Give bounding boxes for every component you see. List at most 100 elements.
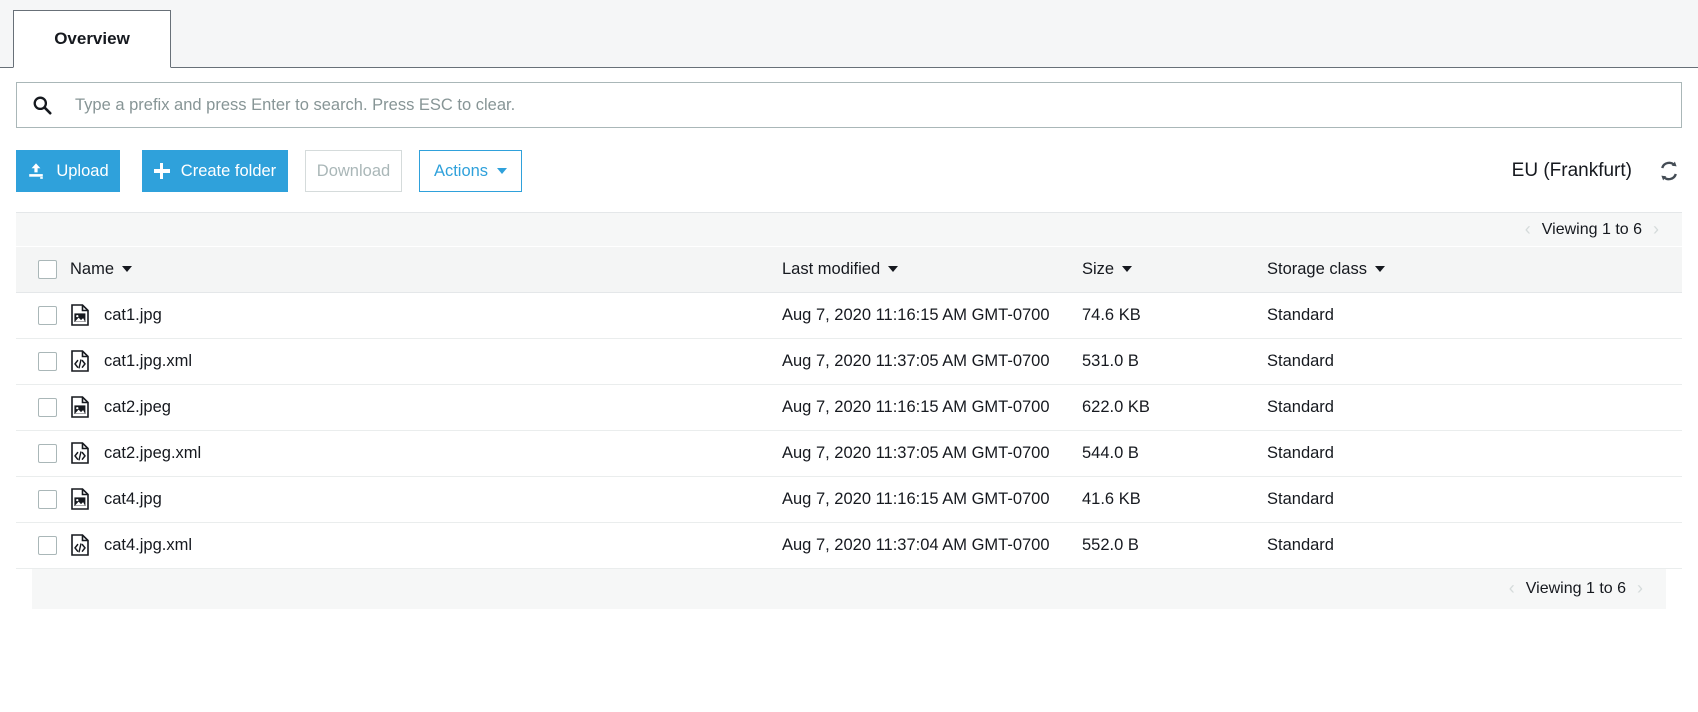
header-last-modified-label: Last modified [782,259,881,278]
row-select-cell [16,292,70,339]
region-label: EU (Frankfurt) [1511,160,1632,181]
file-name-link[interactable]: cat4.jpg [104,490,162,509]
header-last-modified: Last modified [782,247,1082,293]
row-size-cell: 41.6 KB [1082,476,1267,523]
row-size-cell: 544.0 B [1082,430,1267,477]
header-row: Name Last modified Size Storage class [16,247,1682,293]
row-select-cell [16,338,70,385]
next-page-button-bottom[interactable]: › [1626,578,1654,599]
row-name-cell: cat1.jpg.xml [70,338,782,385]
sort-by-name-button[interactable]: Name [70,260,133,279]
download-button[interactable]: Download [305,150,402,192]
upload-button[interactable]: Upload [16,150,120,192]
search-box[interactable] [16,82,1682,128]
row-select-cell [16,476,70,523]
table-row[interactable]: cat1.jpg.xml Aug 7, 2020 11:37:05 AM GMT-… [16,338,1682,385]
table-row[interactable]: cat2.jpeg.xml Aug 7, 2020 11:37:05 AM GMT… [16,430,1682,477]
tab-overview[interactable]: Overview [13,10,171,68]
row-checkbox[interactable] [38,443,57,463]
row-select-cell [16,430,70,477]
create-folder-button-label: Create folder [180,161,277,180]
row-last-modified-cell: Aug 7, 2020 11:16:15 AM GMT-0700 [782,476,1082,523]
row-checkbox[interactable] [38,397,57,417]
caret-down-icon [888,266,899,273]
file-name-link[interactable]: cat1.jpg [104,306,162,325]
prev-page-button-bottom[interactable]: ‹ [1498,578,1526,599]
chevron-down-icon [497,168,508,174]
sort-by-last-modified-button[interactable]: Last modified [782,259,899,279]
sort-by-size-button[interactable]: Size [1082,259,1133,279]
toolbar-right: EU (Frankfurt) [1512,158,1682,184]
image-file-icon [70,488,90,510]
pagination-text-bottom: Viewing 1 to 6 [1525,579,1626,597]
next-page-button-top[interactable]: › [1642,219,1670,240]
file-grid-body: cat1.jpg Aug 7, 2020 11:16:15 AM GMT-0700… [16,292,1682,569]
file-name-link[interactable]: cat4.jpg.xml [104,536,192,555]
table-row[interactable]: cat1.jpg Aug 7, 2020 11:16:15 AM GMT-0700… [16,292,1682,339]
refresh-icon[interactable] [1656,158,1682,184]
file-grid: Name Last modified Size Storage class ca… [16,247,1682,569]
caret-down-icon [1122,266,1133,273]
row-last-modified-cell: Aug 7, 2020 11:37:05 AM GMT-0700 [782,430,1082,477]
row-storage-class-cell: Standard [1267,522,1682,569]
pagination-controls-top: ‹ Viewing 1 to 6 › [1514,219,1670,240]
row-name-cell: cat2.jpeg [70,384,782,431]
caret-down-icon [1374,266,1385,273]
row-checkbox[interactable] [38,305,57,325]
prev-page-button-top[interactable]: ‹ [1514,219,1542,240]
row-name-cell: cat4.jpg [70,476,782,523]
table-row[interactable]: cat4.jpg.xml Aug 7, 2020 11:37:04 AM GMT-… [16,522,1682,569]
pagination-controls-bottom: ‹ Viewing 1 to 6 › [1498,578,1654,599]
image-file-icon [70,396,90,418]
row-checkbox[interactable] [38,489,57,509]
row-size-cell: 622.0 KB [1082,384,1267,431]
create-folder-button[interactable]: Create folder [142,150,288,192]
s3-bucket-browser: Overview Upload [0,0,1698,712]
code-file-icon [70,534,90,556]
tab-strip: Overview [0,0,1698,68]
actions-button-label: Actions [433,161,489,180]
pagination-text-top: Viewing 1 to 6 [1541,220,1642,238]
row-name-cell: cat2.jpeg.xml [70,430,782,477]
code-file-icon [70,350,90,372]
row-checkbox[interactable] [38,535,57,555]
download-button-label: Download [316,161,391,180]
row-last-modified-cell: Aug 7, 2020 11:37:04 AM GMT-0700 [782,522,1082,569]
code-file-icon [70,442,90,464]
select-all-checkbox[interactable] [38,259,57,279]
table-row[interactable]: cat4.jpg Aug 7, 2020 11:16:15 AM GMT-0700… [16,476,1682,523]
header-storage-class-label: Storage class [1267,259,1367,278]
row-storage-class-cell: Standard [1267,430,1682,477]
plus-icon [153,163,170,179]
row-size-cell: 552.0 B [1082,522,1267,569]
image-file-icon [70,304,90,326]
file-name-link[interactable]: cat1.jpg.xml [104,352,192,371]
row-name-cell: cat1.jpg [70,292,782,339]
toolbar: Upload Create folder Download Actions EU… [16,150,1682,192]
row-size-cell: 74.6 KB [1082,292,1267,339]
header-storage-class: Storage class [1267,247,1682,293]
sort-by-storage-class-button[interactable]: Storage class [1267,260,1385,279]
row-checkbox[interactable] [38,351,57,371]
row-storage-class-cell: Standard [1267,292,1682,339]
row-size-cell: 531.0 B [1082,338,1267,385]
header-size-label: Size [1082,259,1115,278]
search-icon [31,94,53,116]
object-table: ‹ Viewing 1 to 6 › Name Last modified Si… [16,212,1682,609]
table-row[interactable]: cat2.jpeg Aug 7, 2020 11:16:15 AM GMT-070… [16,384,1682,431]
header-size: Size [1082,247,1267,293]
actions-button[interactable]: Actions [419,150,522,192]
file-name-link[interactable]: cat2.jpeg [104,398,171,417]
file-name-link[interactable]: cat2.jpeg.xml [104,444,201,463]
search-area [0,68,1698,128]
row-select-cell [16,522,70,569]
pagination-top: ‹ Viewing 1 to 6 › [16,213,1682,247]
caret-down-icon [122,266,133,273]
upload-button-label: Upload [56,161,109,180]
row-last-modified-cell: Aug 7, 2020 11:16:15 AM GMT-0700 [782,292,1082,339]
search-input[interactable] [73,83,1667,127]
header-select-all [16,247,70,293]
row-select-cell [16,384,70,431]
tab-overview-label: Overview [54,29,130,48]
row-storage-class-cell: Standard [1267,476,1682,523]
